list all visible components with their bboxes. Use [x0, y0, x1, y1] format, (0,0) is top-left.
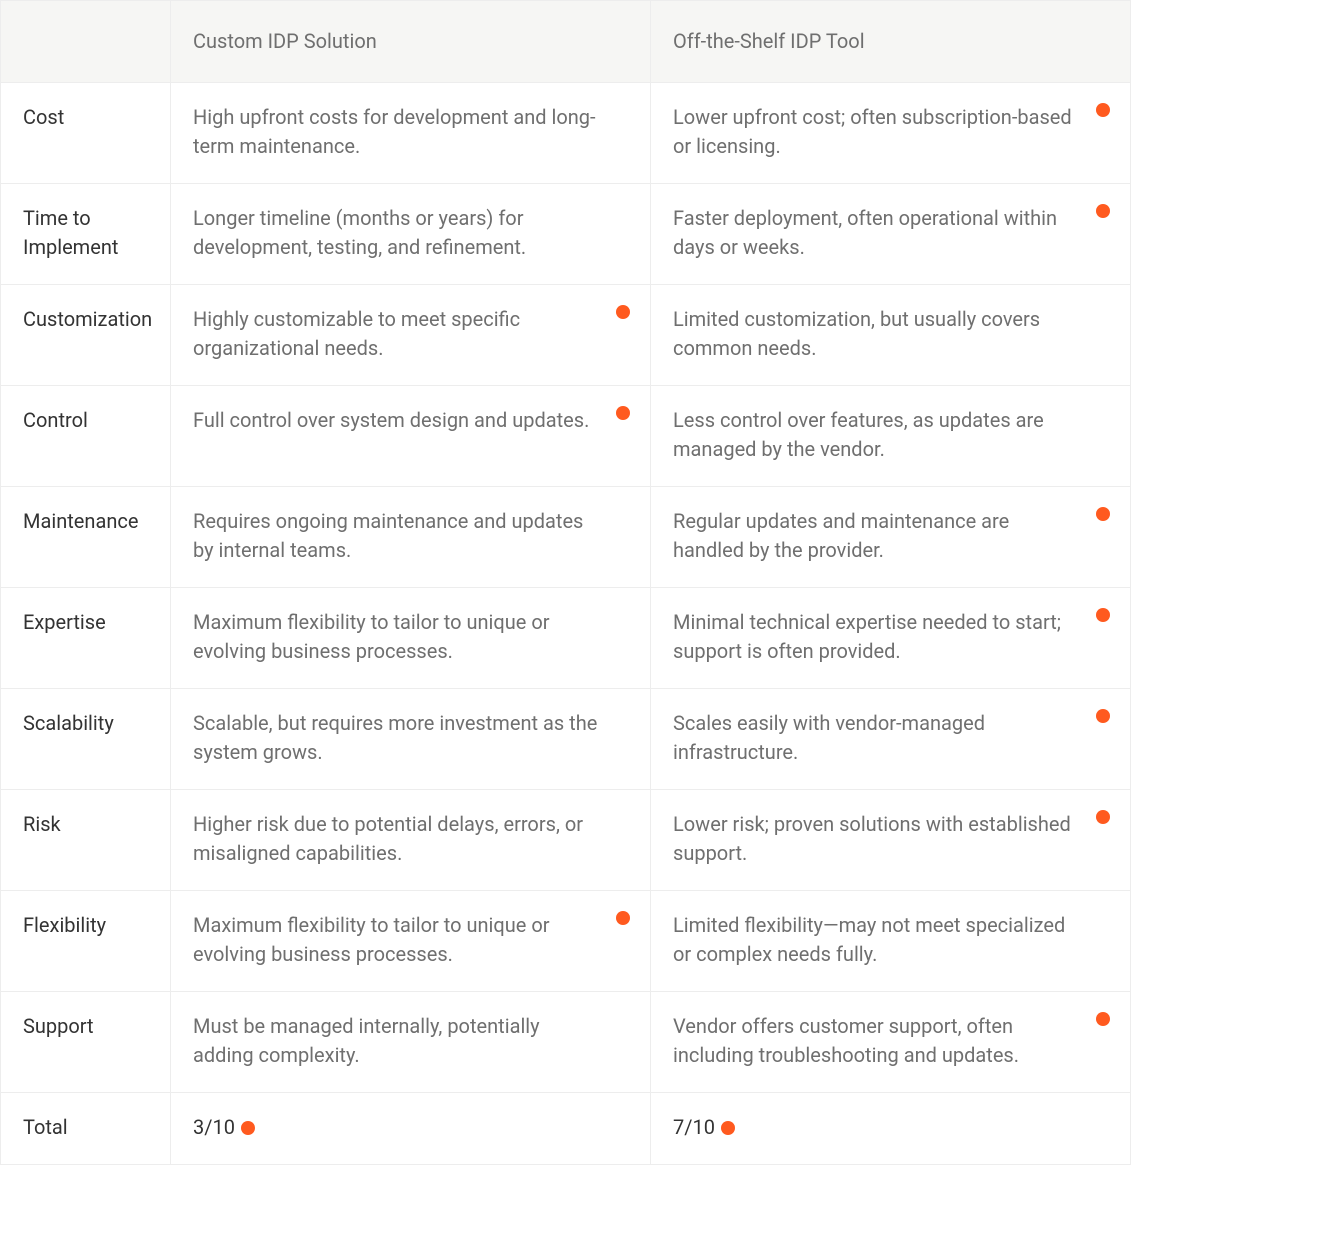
cell-off: Faster deployment, often operational wit…	[651, 184, 1131, 285]
cell-off: Minimal technical expertise needed to st…	[651, 588, 1131, 689]
winner-dot-icon	[1096, 204, 1110, 218]
cell-off: Scales easily with vendor-managed infras…	[651, 689, 1131, 790]
table-header-row: Custom IDP Solution Off-the-Shelf IDP To…	[1, 1, 1131, 83]
header-custom: Custom IDP Solution	[171, 1, 651, 83]
table-row: Time to Implement Longer timeline (months…	[1, 184, 1131, 285]
row-label: Time to Implement	[1, 184, 171, 285]
table-row: Expertise Maximum flexibility to tailor t…	[1, 588, 1131, 689]
cell-text: Limited flexibility—may not meet special…	[673, 913, 1065, 966]
cell-text: Longer timeline (months or years) for de…	[193, 206, 526, 259]
comparison-table: Custom IDP Solution Off-the-Shelf IDP To…	[0, 0, 1131, 1165]
row-label: Expertise	[1, 588, 171, 689]
row-label: Cost	[1, 83, 171, 184]
winner-dot-icon	[1096, 507, 1110, 521]
winner-dot-icon	[1096, 1012, 1110, 1026]
cell-custom: Scalable, but requires more investment a…	[171, 689, 651, 790]
cell-off: Regular updates and maintenance are hand…	[651, 487, 1131, 588]
cell-custom: High upfront costs for development and l…	[171, 83, 651, 184]
total-score: 7/10	[673, 1115, 715, 1139]
winner-dot-icon	[1096, 608, 1110, 622]
cell-text: Scalable, but requires more investment a…	[193, 711, 597, 764]
cell-text: Minimal technical expertise needed to st…	[673, 610, 1061, 663]
table-row: Maintenance Requires ongoing maintenance …	[1, 487, 1131, 588]
row-label: Scalability	[1, 689, 171, 790]
winner-dot-icon	[616, 911, 630, 925]
cell-text: Faster deployment, often operational wit…	[673, 206, 1057, 259]
winner-dot-icon	[616, 305, 630, 319]
cell-text: Full control over system design and upda…	[193, 408, 589, 432]
cell-text: High upfront costs for development and l…	[193, 105, 596, 158]
cell-text: Limited customization, but usually cover…	[673, 307, 1040, 360]
cell-text: Must be managed internally, potentially …	[193, 1014, 540, 1067]
cell-custom: Highly customizable to meet specific org…	[171, 285, 651, 386]
row-label: Control	[1, 386, 171, 487]
cell-text: Regular updates and maintenance are hand…	[673, 509, 1009, 562]
cell-off: Limited flexibility—may not meet special…	[651, 891, 1131, 992]
cell-off: Limited customization, but usually cover…	[651, 285, 1131, 386]
cell-off: Vendor offers customer support, often in…	[651, 992, 1131, 1093]
cell-custom: Must be managed internally, potentially …	[171, 992, 651, 1093]
header-empty	[1, 1, 171, 83]
cell-text: Less control over features, as updates a…	[673, 408, 1044, 461]
total-row: Total 3/10 7/10	[1, 1093, 1131, 1165]
table-row: Cost High upfront costs for development a…	[1, 83, 1131, 184]
cell-text: Scales easily with vendor-managed infras…	[673, 711, 985, 764]
cell-off: Lower risk; proven solutions with establ…	[651, 790, 1131, 891]
cell-custom: Longer timeline (months or years) for de…	[171, 184, 651, 285]
row-label: Customization	[1, 285, 171, 386]
cell-custom: Maximum flexibility to tailor to unique …	[171, 891, 651, 992]
cell-text: Requires ongoing maintenance and updates…	[193, 509, 583, 562]
table-row: Customization Highly customizable to meet…	[1, 285, 1131, 386]
cell-custom: Requires ongoing maintenance and updates…	[171, 487, 651, 588]
cell-text: Maximum flexibility to tailor to unique …	[193, 913, 550, 966]
row-label: Maintenance	[1, 487, 171, 588]
cell-off: Less control over features, as updates a…	[651, 386, 1131, 487]
total-score: 3/10	[193, 1115, 235, 1139]
total-cell-custom: 3/10	[171, 1093, 651, 1165]
cell-text: Higher risk due to potential delays, err…	[193, 812, 583, 865]
cell-off: Lower upfront cost; often subscription-b…	[651, 83, 1131, 184]
cell-custom: Higher risk due to potential delays, err…	[171, 790, 651, 891]
winner-dot-icon	[616, 406, 630, 420]
cell-text: Vendor offers customer support, often in…	[673, 1014, 1019, 1067]
row-label: Support	[1, 992, 171, 1093]
row-label: Flexibility	[1, 891, 171, 992]
row-label: Risk	[1, 790, 171, 891]
table-row: Support Must be managed internally, poten…	[1, 992, 1131, 1093]
cell-custom: Maximum flexibility to tailor to unique …	[171, 588, 651, 689]
total-dot-icon	[721, 1121, 735, 1135]
header-off: Off-the-Shelf IDP Tool	[651, 1, 1131, 83]
cell-custom: Full control over system design and upda…	[171, 386, 651, 487]
total-label: Total	[1, 1093, 171, 1165]
cell-text: Highly customizable to meet specific org…	[193, 307, 520, 360]
cell-text: Lower upfront cost; often subscription-b…	[673, 105, 1072, 158]
cell-text: Maximum flexibility to tailor to unique …	[193, 610, 550, 663]
table-row: Control Full control over system design a…	[1, 386, 1131, 487]
table-row: Scalability Scalable, but requires more i…	[1, 689, 1131, 790]
winner-dot-icon	[1096, 103, 1110, 117]
table-row: Flexibility Maximum flexibility to tailor…	[1, 891, 1131, 992]
winner-dot-icon	[1096, 810, 1110, 824]
table-row: Risk Higher risk due to potential delays,…	[1, 790, 1131, 891]
total-dot-icon	[241, 1121, 255, 1135]
winner-dot-icon	[1096, 709, 1110, 723]
total-cell-off: 7/10	[651, 1093, 1131, 1165]
cell-text: Lower risk; proven solutions with establ…	[673, 812, 1071, 865]
